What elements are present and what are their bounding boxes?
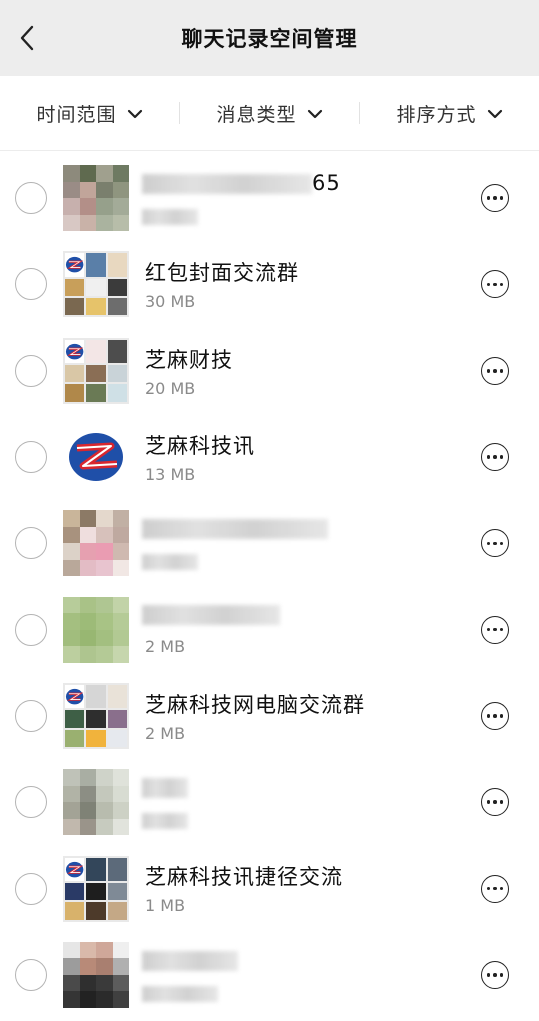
chat-list: 65 红包封面交流群 30 MB 芝麻财技 20 MB 芝麻科技讯 13 MB … <box>0 155 539 1018</box>
redacted-size <box>142 985 218 1002</box>
redacted-size <box>142 813 188 830</box>
select-checkbox[interactable] <box>15 699 47 732</box>
select-checkbox[interactable] <box>15 958 47 991</box>
page-title: 聊天记录空间管理 <box>181 27 358 51</box>
select-checkbox[interactable] <box>15 527 47 560</box>
avatar <box>63 510 129 577</box>
more-options-button[interactable] <box>481 270 509 299</box>
chevron-down-icon <box>307 109 322 119</box>
avatar <box>63 596 129 663</box>
storage-size: 20 MB <box>145 378 196 398</box>
redacted-size <box>142 209 198 225</box>
storage-size: 2 MB <box>145 723 186 743</box>
storage-size: 30 MB <box>145 292 196 312</box>
more-options-button[interactable] <box>481 615 509 644</box>
list-item[interactable]: 芝麻财技 20 MB <box>0 328 539 414</box>
redacted-name <box>142 605 280 626</box>
redacted-name <box>142 950 238 971</box>
filter-label: 时间范围 <box>36 103 117 126</box>
filter-time-range[interactable]: 时间范围 <box>0 76 179 150</box>
select-checkbox[interactable] <box>15 786 47 819</box>
chat-name: 芝麻科技网电脑交流群 <box>145 692 365 717</box>
more-options-button[interactable] <box>481 788 509 817</box>
group-avatar <box>63 251 129 318</box>
header-bar: 聊天记录空间管理 <box>0 0 539 76</box>
list-item[interactable]: 红包封面交流群 30 MB <box>0 241 539 327</box>
select-checkbox[interactable] <box>15 441 47 474</box>
chevron-down-icon <box>127 109 142 119</box>
more-options-button[interactable] <box>481 960 509 989</box>
more-options-button[interactable] <box>481 184 509 213</box>
list-item[interactable]: 2 MB <box>0 586 539 672</box>
chat-name-suffix: 65 <box>312 171 341 195</box>
filter-bar: 时间范围 消息类型 排序方式 <box>0 76 539 151</box>
storage-size: 13 MB <box>145 464 196 484</box>
group-avatar <box>63 855 129 922</box>
storage-size: 1 MB <box>145 896 186 916</box>
select-checkbox[interactable] <box>15 872 47 905</box>
redacted-name <box>142 778 188 799</box>
filter-label: 消息类型 <box>216 103 297 126</box>
select-checkbox[interactable] <box>15 354 47 387</box>
list-item[interactable]: 65 <box>0 155 539 241</box>
zhima-logo-icon <box>69 433 123 482</box>
list-item[interactable] <box>0 500 539 586</box>
filter-sort-order[interactable]: 排序方式 <box>360 76 539 150</box>
more-options-button[interactable] <box>481 874 509 903</box>
more-options-button[interactable] <box>481 701 509 730</box>
select-checkbox[interactable] <box>15 182 47 215</box>
list-item[interactable]: 芝麻科技网电脑交流群 2 MB <box>0 673 539 759</box>
chevron-down-icon <box>487 109 502 119</box>
filter-label: 排序方式 <box>396 103 477 126</box>
group-avatar <box>63 682 129 749</box>
chat-name: 芝麻科技讯 <box>145 433 255 458</box>
group-avatar <box>63 337 129 404</box>
list-item[interactable]: 芝麻科技讯捷径交流 1 MB <box>0 845 539 931</box>
select-checkbox[interactable] <box>15 268 47 301</box>
back-button[interactable] <box>10 20 44 56</box>
select-checkbox[interactable] <box>15 613 47 646</box>
avatar <box>63 769 129 836</box>
chat-name: 芝麻财技 <box>145 347 233 372</box>
chat-name: 红包封面交流群 <box>145 261 299 286</box>
redacted-name <box>142 174 312 194</box>
avatar <box>63 941 129 1008</box>
filter-message-type[interactable]: 消息类型 <box>180 76 359 150</box>
redacted-size <box>142 554 198 571</box>
list-item[interactable] <box>0 932 539 1018</box>
chat-name: 芝麻科技讯捷径交流 <box>145 865 343 890</box>
storage-size: 2 MB <box>145 637 186 657</box>
more-options-button[interactable] <box>481 356 509 385</box>
avatar <box>63 165 129 232</box>
list-item[interactable]: 芝麻科技讯 13 MB <box>0 414 539 500</box>
list-item[interactable] <box>0 759 539 845</box>
more-options-button[interactable] <box>481 443 509 472</box>
logo-avatar <box>63 424 129 491</box>
chevron-left-icon <box>20 25 34 51</box>
more-options-button[interactable] <box>481 529 509 558</box>
redacted-name <box>142 519 328 540</box>
